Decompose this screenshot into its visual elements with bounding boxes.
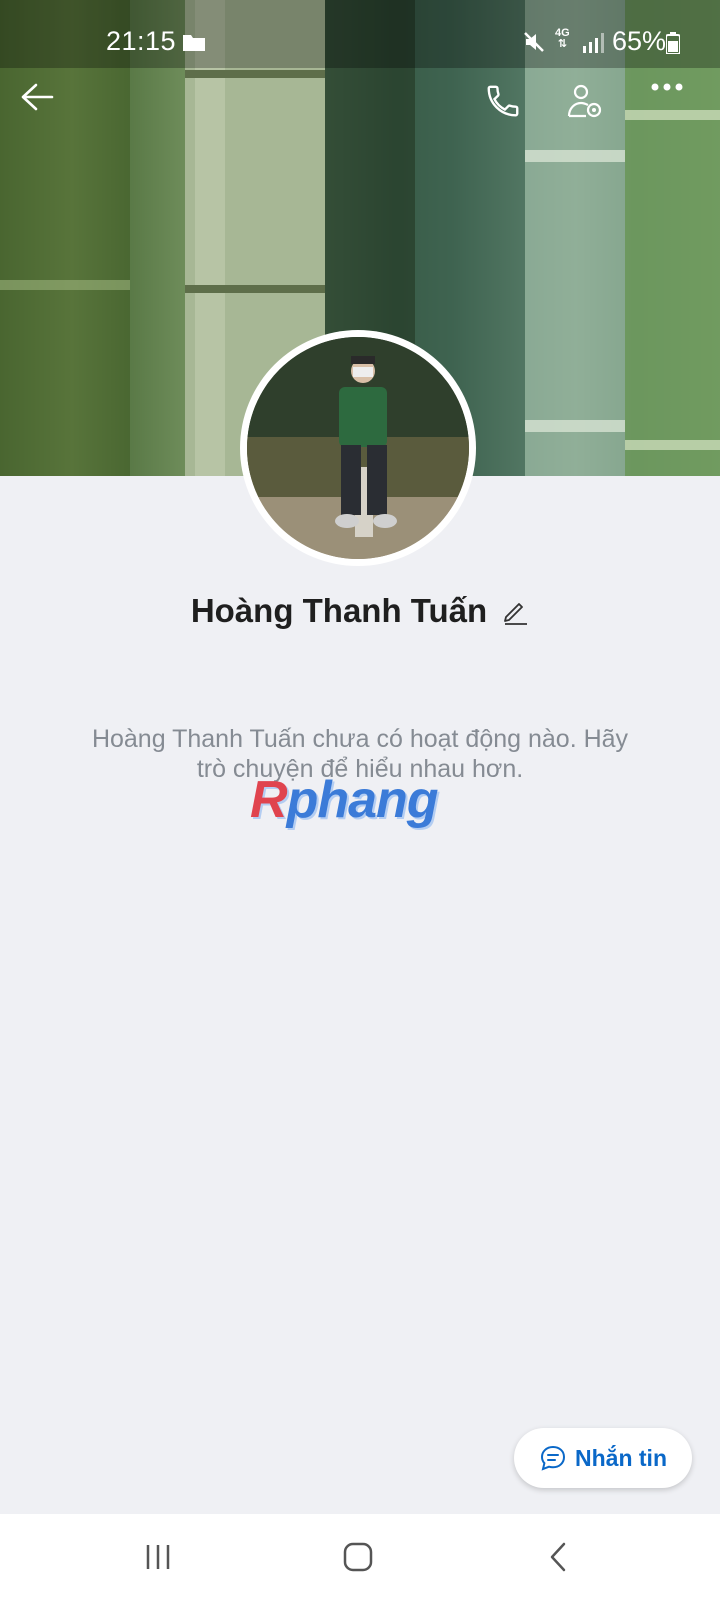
back-icon xyxy=(550,1542,566,1572)
send-message-label: Nhắn tin xyxy=(575,1444,667,1471)
chat-icon xyxy=(540,1445,566,1471)
avatar[interactable] xyxy=(240,330,476,566)
profile-settings-button[interactable] xyxy=(566,82,622,138)
profile-name: Hoàng Thanh Tuấn xyxy=(190,592,488,629)
phone-icon xyxy=(487,85,519,117)
battery-percent: 65% xyxy=(612,26,667,56)
more-icon xyxy=(651,83,683,91)
network-type: 4G ⇅ xyxy=(555,27,570,50)
send-message-button[interactable]: Nhắn tin xyxy=(514,1428,692,1488)
recents-button[interactable] xyxy=(128,1532,188,1582)
edit-name-icon[interactable] xyxy=(501,597,529,625)
profile-name-row: Hoàng Thanh Tuấn xyxy=(0,592,720,630)
network-label: 4G xyxy=(555,27,570,39)
watermark-rest: phang xyxy=(286,771,439,829)
home-icon xyxy=(343,1542,373,1572)
watermark-first-letter: R xyxy=(250,771,288,829)
watermark-logo: Rphang xyxy=(250,770,480,830)
status-bar: 21:15 4G ⇅ 65% xyxy=(0,0,720,68)
back-button[interactable] xyxy=(20,82,76,138)
recents-icon xyxy=(146,1545,170,1569)
avatar-photo xyxy=(247,337,469,559)
user-settings-icon xyxy=(567,84,602,118)
back-arrow-icon xyxy=(21,83,54,111)
system-back-button[interactable] xyxy=(528,1532,588,1582)
avatar-illustration xyxy=(247,337,469,559)
system-nav-bar xyxy=(0,1514,720,1600)
status-time: 21:15 xyxy=(106,26,177,56)
call-button[interactable] xyxy=(484,82,540,138)
home-button[interactable] xyxy=(328,1532,388,1582)
more-button[interactable] xyxy=(650,82,706,138)
